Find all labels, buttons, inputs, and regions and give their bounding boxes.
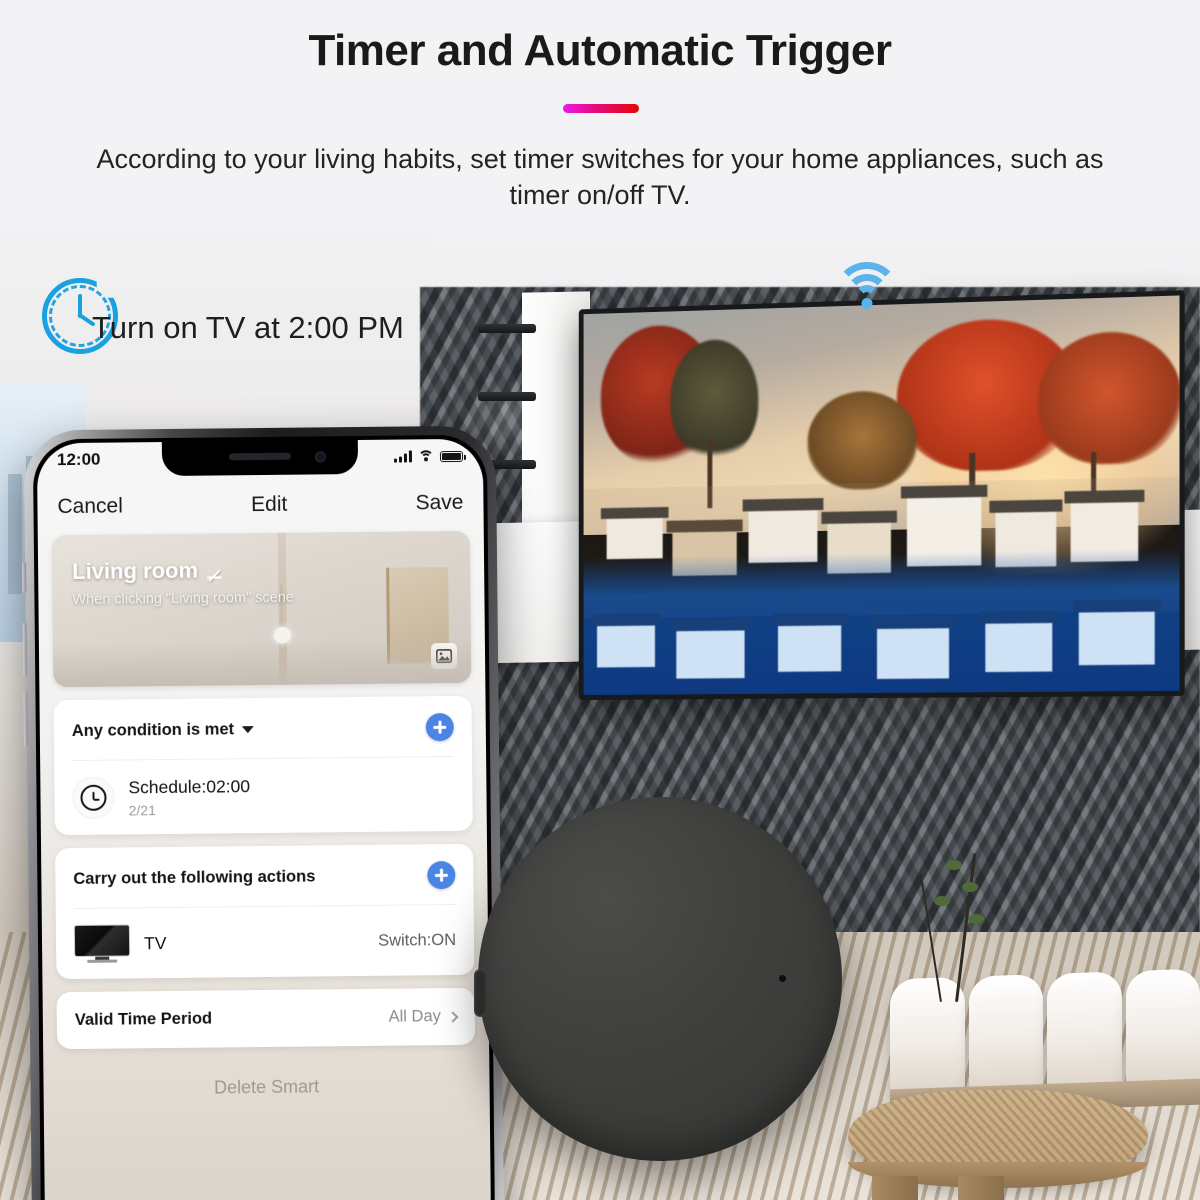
phone-volume-down-button[interactable] bbox=[23, 692, 28, 747]
device-usb-port bbox=[474, 969, 487, 1017]
wifi-icon bbox=[832, 262, 902, 312]
pencil-icon[interactable] bbox=[206, 562, 223, 579]
phone-bezel: 12:00 Cancel Edit Save Living room When … bbox=[32, 434, 496, 1200]
callout-text: Turn on TV at 2:00 PM bbox=[92, 310, 404, 345]
phone-volume-up-button[interactable] bbox=[22, 622, 28, 677]
shelf-bar bbox=[478, 392, 536, 401]
phone-screen: 12:00 Cancel Edit Save Living room When … bbox=[36, 438, 492, 1200]
action-header-label: Carry out the following actions bbox=[73, 866, 316, 888]
action-device-name: TV bbox=[143, 932, 167, 953]
valid-time-label: Valid Time Period bbox=[74, 1009, 213, 1029]
shelf-bar bbox=[478, 324, 536, 333]
chevron-down-icon[interactable] bbox=[242, 725, 255, 733]
plant-leaf bbox=[962, 882, 978, 892]
table-leg bbox=[958, 1176, 1004, 1200]
condition-label: Any condition is met bbox=[71, 719, 235, 740]
action-card: Carry out the following actions TV Switc… bbox=[55, 843, 475, 980]
schedule-icon-wrap bbox=[72, 776, 115, 820]
tree bbox=[670, 338, 759, 460]
condition-card-header: Any condition is met bbox=[53, 696, 472, 760]
page-title: Timer and Automatic Trigger bbox=[308, 26, 892, 75]
sofa-cushion bbox=[1047, 971, 1122, 1092]
plant-leaf bbox=[946, 860, 962, 870]
save-button[interactable]: Save bbox=[415, 491, 463, 516]
cellular-signal-icon bbox=[393, 450, 413, 463]
smartphone: 12:00 Cancel Edit Save Living room When … bbox=[22, 425, 505, 1200]
phone-mute-switch[interactable] bbox=[22, 562, 27, 593]
tree bbox=[807, 389, 917, 491]
ir-blaster-device bbox=[474, 797, 842, 1161]
accent-divider bbox=[563, 104, 639, 113]
sofa-cushion bbox=[890, 976, 965, 1098]
add-action-button[interactable] bbox=[427, 860, 456, 890]
list-item[interactable]: Schedule:02:00 2/21 bbox=[54, 757, 473, 835]
tv-screen-content bbox=[583, 295, 1180, 696]
scene-title: Living room bbox=[72, 557, 199, 584]
decor-wall-art bbox=[386, 567, 450, 664]
condition-selector[interactable]: Any condition is met bbox=[71, 719, 255, 741]
plant-leaf bbox=[968, 914, 984, 924]
schedule-subtitle: 2/21 bbox=[128, 801, 156, 818]
sofa bbox=[890, 968, 1200, 1098]
scene-title-row: Living room bbox=[72, 557, 223, 585]
table-leg bbox=[872, 1176, 918, 1200]
action-device-value: Switch:ON bbox=[377, 930, 457, 950]
led-dot-icon bbox=[779, 975, 786, 982]
valid-time-value: All Day bbox=[388, 1007, 441, 1026]
add-condition-button[interactable] bbox=[425, 713, 454, 742]
plant-leaf bbox=[934, 896, 950, 906]
cancel-button[interactable]: Cancel bbox=[57, 494, 123, 519]
page-subtitle: According to your living habits, set tim… bbox=[96, 144, 1104, 210]
phone-notch bbox=[161, 439, 359, 477]
front-camera bbox=[314, 451, 327, 463]
clock-icon bbox=[80, 784, 107, 811]
television bbox=[578, 290, 1185, 701]
decor-lamp-bulb bbox=[273, 626, 291, 644]
wifi-icon bbox=[417, 450, 435, 467]
action-card-header: Carry out the following actions bbox=[55, 844, 474, 908]
tv-icon bbox=[73, 924, 131, 963]
status-time: 12:00 bbox=[56, 449, 101, 470]
sofa-cushion bbox=[968, 974, 1043, 1095]
navbar-title: Edit bbox=[250, 492, 288, 517]
condition-card: Any condition is met Schedule:02:00 2/21 bbox=[53, 695, 473, 836]
battery-icon bbox=[439, 450, 464, 462]
list-item[interactable]: TV Switch:ON bbox=[56, 905, 475, 979]
earpiece-speaker bbox=[228, 452, 291, 461]
schedule-title: Schedule:02:00 bbox=[128, 775, 251, 797]
scene-subtitle: When clicking "Living room" scene bbox=[72, 589, 294, 608]
chevron-right-icon[interactable] bbox=[447, 1010, 459, 1023]
app-navbar: Cancel Edit Save bbox=[37, 481, 483, 530]
promo-graphic: Timer and Automatic Trigger According to… bbox=[0, 0, 1200, 1200]
valid-time-card[interactable]: Valid Time Period All Day bbox=[56, 987, 476, 1050]
image-icon[interactable] bbox=[430, 642, 458, 670]
sofa-cushion bbox=[1125, 968, 1200, 1090]
scene-hero-card[interactable]: Living room When clicking "Living room" … bbox=[51, 530, 472, 688]
delete-smart-button[interactable]: Delete Smart bbox=[57, 1075, 475, 1100]
app-content: Living room When clicking "Living room" … bbox=[38, 530, 491, 1200]
valid-time-row[interactable]: Valid Time Period All Day bbox=[57, 988, 476, 1049]
